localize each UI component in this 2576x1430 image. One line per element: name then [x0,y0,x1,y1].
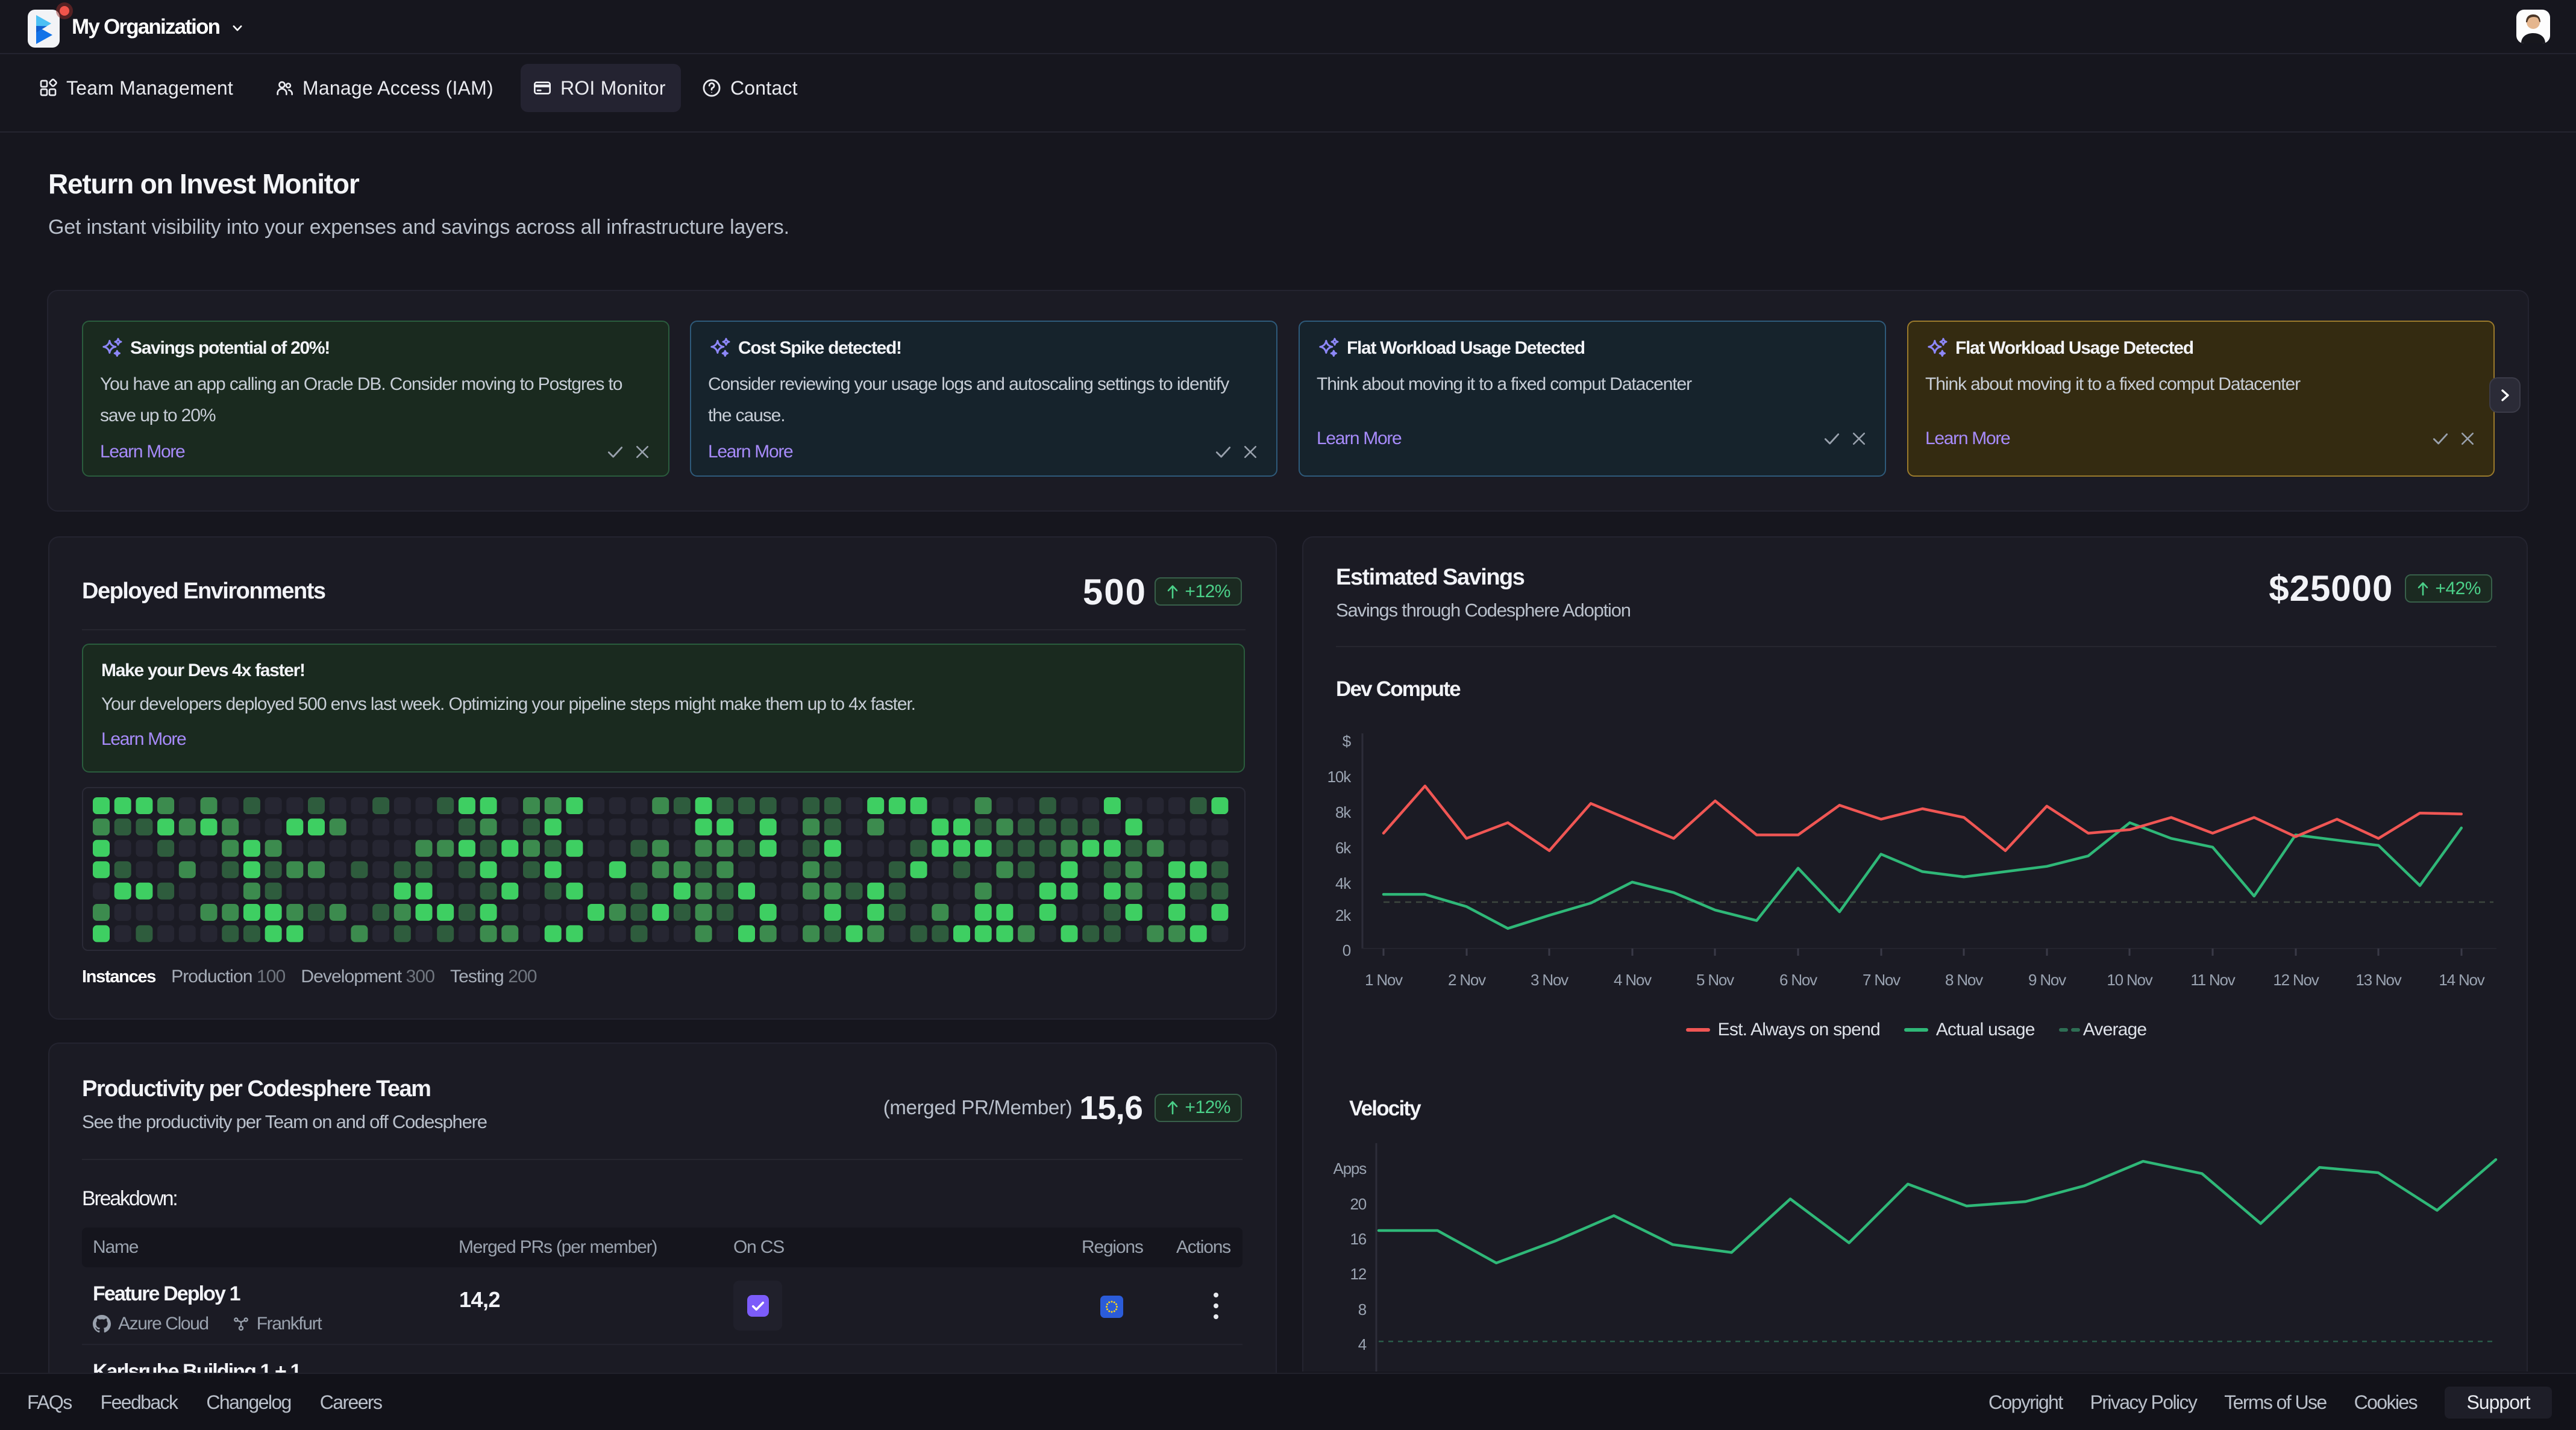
svg-text:$: $ [1343,732,1352,750]
svg-text:6k: 6k [1335,839,1352,857]
svg-text:10k: 10k [1327,768,1352,786]
svg-text:7 Nov: 7 Nov [1863,971,1901,989]
svg-text:12: 12 [1350,1265,1366,1283]
svg-text:8k: 8k [1335,803,1352,821]
svg-text:0: 0 [1343,941,1351,959]
svg-text:6 Nov: 6 Nov [1779,971,1817,989]
svg-text:11 Nov: 11 Nov [2190,971,2235,989]
svg-text:4: 4 [1358,1335,1367,1353]
svg-text:3 Nov: 3 Nov [1531,971,1568,989]
svg-text:12 Nov: 12 Nov [2273,971,2319,989]
svg-text:8: 8 [1358,1300,1367,1319]
svg-text:9 Nov: 9 Nov [2028,971,2066,989]
svg-text:5 Nov: 5 Nov [1696,971,1734,989]
svg-text:13 Nov: 13 Nov [2355,971,2401,989]
svg-text:2 Nov: 2 Nov [1448,971,1486,989]
svg-text:2k: 2k [1335,906,1352,924]
svg-text:20: 20 [1350,1195,1366,1213]
svg-text:4k: 4k [1335,874,1352,892]
svg-text:8 Nov: 8 Nov [1945,971,1983,989]
svg-text:1 Nov: 1 Nov [1365,971,1403,989]
svg-text:0: 0 [1358,1370,1367,1372]
svg-text:4 Nov: 4 Nov [1614,971,1652,989]
svg-text:10 Nov: 10 Nov [2107,971,2152,989]
svg-text:14 Nov: 14 Nov [2439,971,2484,989]
svg-text:Apps: Apps [1333,1159,1367,1178]
svg-text:16: 16 [1350,1230,1366,1248]
